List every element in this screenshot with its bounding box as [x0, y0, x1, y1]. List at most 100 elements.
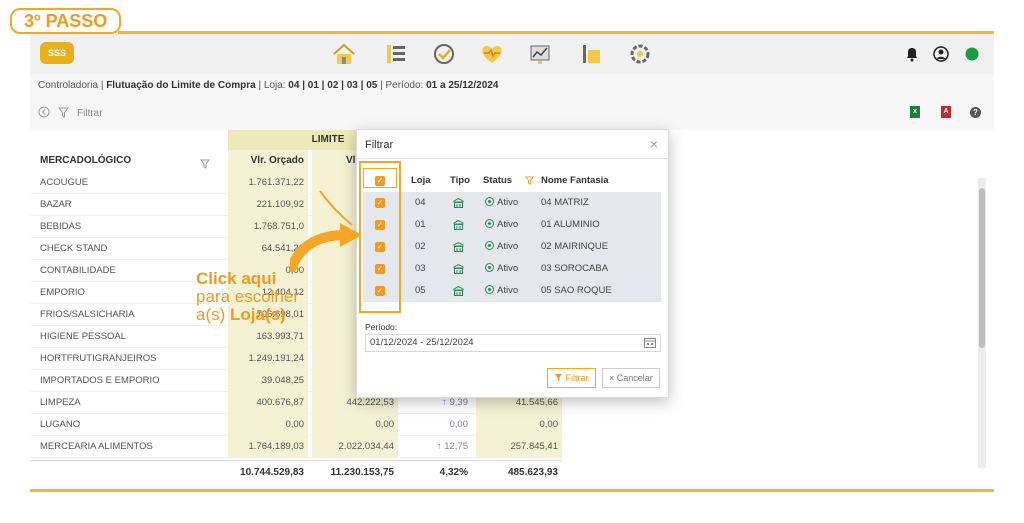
table-cell: 39.048,25 [228, 370, 308, 392]
status-filter-icon[interactable] [525, 176, 534, 188]
store-icon [453, 219, 464, 233]
loja-status-text: Ativo [497, 197, 519, 208]
loja-status: Ativo [485, 280, 518, 302]
store-icon [453, 285, 464, 299]
calendar-icon[interactable] [644, 337, 656, 348]
step-badge: 3º PASSO [10, 8, 122, 34]
col-header-loja[interactable]: Loja [411, 170, 431, 192]
loja-row[interactable]: ✓ 04 Ativo 04 MATRIZ [363, 192, 661, 214]
table-cell: 400.676,87 [228, 392, 308, 414]
periodo-label: | Período: [377, 80, 427, 91]
settings-icon[interactable] [626, 40, 654, 68]
store-icon [453, 263, 464, 277]
table-cell: FRIOS/SALSICHARIA [40, 309, 135, 320]
loja-status-text: Ativo [497, 263, 519, 274]
loja-nome: 05 SAO ROQUE [541, 285, 612, 296]
bar-chart-icon[interactable] [578, 40, 606, 68]
modal-title: Filtrar [365, 139, 394, 151]
back-icon[interactable] [38, 106, 50, 121]
filter-icon[interactable] [57, 107, 70, 121]
filtrar-button-label: Filtrar [565, 373, 589, 383]
table-cell: HIGIENE PESSOAL [40, 331, 127, 342]
periodo-date-range-input[interactable]: 01/12/2024 - 25/12/2024 [365, 334, 661, 352]
store-icon [453, 197, 464, 211]
table-cell: ACOUGUE [40, 177, 89, 188]
callout-line2: para escolher [196, 287, 300, 306]
loja-nome: 02 MAIRINQUE [541, 241, 609, 252]
loja-status: Ativo [485, 236, 518, 258]
bottom-accent-line [30, 489, 994, 492]
online-status-dot [964, 46, 980, 62]
table-cell: 257.845,41 [476, 436, 562, 458]
loja-code: 01 [415, 219, 426, 230]
callout-line3-prefix: a(s) [196, 305, 230, 324]
callout-arrow [290, 190, 362, 272]
filter-icon [554, 373, 563, 382]
table-cell: CONTABILIDADE [40, 265, 116, 276]
loja-nome: 04 MATRIZ [541, 197, 589, 208]
vertical-scrollbar[interactable] [978, 178, 986, 468]
app-logo[interactable]: SSS [40, 42, 74, 64]
table-cell: 0,00 [476, 414, 562, 436]
filter-button[interactable]: Filtrar [77, 108, 103, 119]
loja-code: 04 [415, 197, 426, 208]
check-circle-icon[interactable] [430, 40, 458, 68]
periodo-date-range-value: 01/12/2024 - 25/12/2024 [370, 337, 474, 348]
help-icon[interactable]: ? [970, 107, 981, 118]
loja-row[interactable]: ✓ 02 Ativo 02 MAIRINQUE [363, 236, 661, 258]
table-cell: EMPORIO [40, 287, 85, 298]
status-active-icon [485, 285, 494, 294]
status-active-icon [485, 263, 494, 272]
filtrar-button[interactable]: Filtrar [547, 368, 596, 388]
periodo-field-label: Período: [365, 322, 398, 332]
loja-value: 04 | 01 | 02 | 03 | 05 [288, 80, 378, 91]
modal-divider [357, 158, 668, 159]
pdf-export-icon[interactable]: A [941, 106, 951, 118]
callout-line1: Click aqui [196, 269, 277, 288]
callout-line3: a(s) Loja(s) [196, 306, 299, 324]
table-row[interactable]: LUGANO 0,00 0,00 0,00 0,00 [30, 414, 562, 436]
loja-row[interactable]: ✓ 05 Ativo 05 SAO ROQUE [363, 280, 661, 302]
periodo-value: 01 a 25/12/2024 [426, 80, 499, 91]
home-icon[interactable] [330, 40, 358, 68]
breadcrumb: Controladoria | Flutuação do Limite de C… [38, 80, 498, 91]
close-icon[interactable]: × [650, 136, 658, 152]
loja-status-text: Ativo [497, 241, 519, 252]
col-header-vlr-orcado[interactable]: Vlr. Orçado [228, 150, 308, 172]
bell-icon[interactable] [904, 46, 920, 62]
instruction-callout: Click aqui para escolher a(s) Loja(s) [196, 270, 299, 324]
col-header-status[interactable]: Status [483, 170, 512, 192]
total-v2: 11.230.153,75 [330, 467, 394, 478]
toolbar: Filtrar [38, 106, 103, 121]
loja-row[interactable]: ✓ 01 Ativo 01 ALUMINIO [363, 214, 661, 236]
status-active-icon [485, 241, 494, 250]
cancel-x-icon: × [609, 373, 615, 383]
table-cell: MERCEARIA ALIMENTOS [40, 441, 153, 452]
store-icon [453, 241, 464, 255]
loja-status: Ativo [485, 192, 518, 214]
cancelar-button[interactable]: × Cancelar [602, 368, 660, 388]
list-icon[interactable] [382, 40, 410, 68]
scrollbar-thumb[interactable] [979, 188, 985, 348]
table-row[interactable]: MERCEARIA ALIMENTOS 1.764.189,03 2.022.034… [30, 436, 562, 458]
loja-status: Ativo [485, 214, 518, 236]
status-active-icon [485, 219, 494, 228]
table-cell: CHECK STAND [40, 243, 108, 254]
col-header-mercadologico[interactable]: MERCADOLÓGICO [40, 150, 131, 172]
total-v4: 485.623,93 [507, 467, 558, 478]
table-cell: 1.764.189,03 [228, 436, 308, 458]
callout-line3-bold: Loja(s) [230, 305, 286, 324]
table-cell: IMPORTADOS E EMPORIO [40, 375, 160, 386]
breadcrumb-prefix: Controladoria | [38, 80, 104, 91]
col-header-tipo[interactable]: Tipo [450, 170, 470, 192]
loja-status: Ativo [485, 258, 518, 280]
excel-export-icon[interactable]: x [910, 106, 920, 118]
loja-code: 02 [415, 241, 426, 252]
col-header-nome-fantasia[interactable]: Nome Fantasia [541, 170, 609, 192]
loja-label: | Loja: [255, 80, 289, 91]
loja-row[interactable]: ✓ 03 Ativo 03 SOROCABA [363, 258, 661, 280]
filter-modal: Filtrar × ✓ Loja Tipo Status Nome Fantas… [356, 129, 669, 398]
line-chart-icon[interactable] [526, 40, 554, 68]
heart-pulse-icon[interactable] [478, 40, 506, 68]
user-avatar-icon[interactable] [933, 46, 949, 62]
